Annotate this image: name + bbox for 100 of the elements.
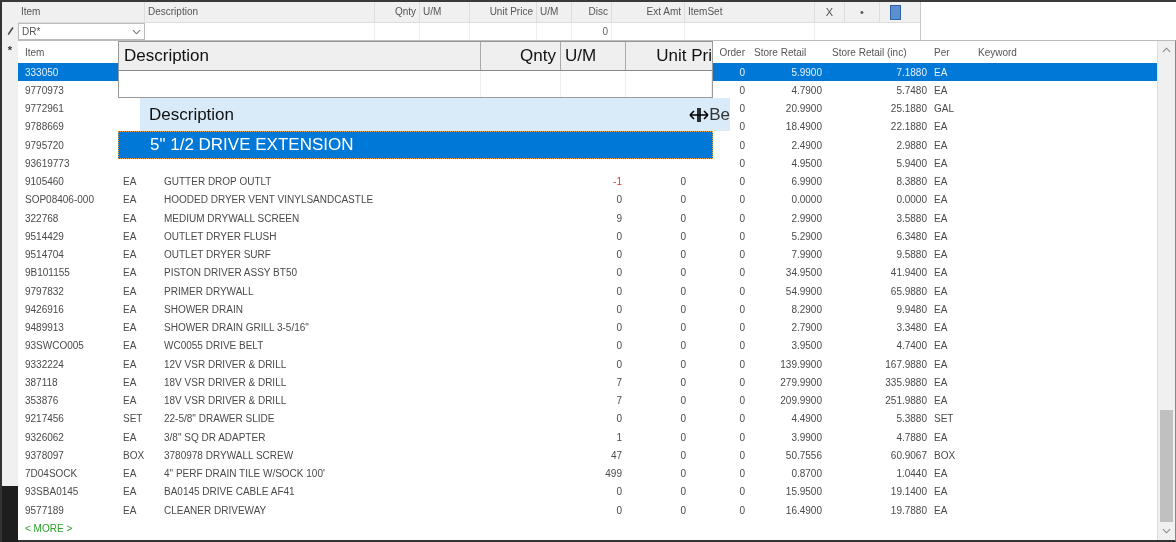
table-cell: 65.9880: [890, 285, 927, 297]
table-cell[interactable]: 9514429: [25, 230, 64, 242]
table-cell: EA: [934, 431, 948, 443]
table-cell: 0: [616, 340, 622, 352]
table-cell[interactable]: SOP08406-000: [25, 194, 94, 206]
table-cell: 7: [616, 376, 622, 388]
table-cell: EA: [934, 84, 948, 96]
table-cell: 0: [680, 322, 686, 334]
table-cell: EA: [934, 230, 948, 242]
table-cell[interactable]: 9489913: [25, 322, 64, 334]
table-cell[interactable]: 9514704: [25, 249, 64, 261]
table-cell[interactable]: 9797832: [25, 285, 64, 297]
column-header: Unit Pri: [655, 45, 712, 67]
pencil-icon: [6, 26, 14, 36]
table-cell[interactable]: 9217456: [25, 413, 64, 425]
table-cell[interactable]: 9772961: [25, 103, 64, 115]
header-button[interactable]: X: [815, 2, 845, 22]
column-header[interactable]: U/M: [537, 2, 572, 22]
scrollbar[interactable]: [1157, 41, 1175, 540]
caret-icon[interactable]: [132, 28, 141, 35]
table-cell: 5.9900: [791, 66, 822, 78]
table-cell[interactable]: 9426916: [25, 303, 64, 315]
column-chooser-icon[interactable]: [889, 4, 901, 20]
table-cell: 8.3880: [896, 176, 927, 188]
table-cell: 0: [680, 449, 686, 461]
table-cell[interactable]: 9788669: [25, 121, 64, 133]
table-cell: 5.9400: [896, 157, 927, 169]
table-cell[interactable]: 353876: [25, 395, 59, 407]
column-header[interactable]: Keyword: [978, 46, 1017, 58]
table-cell[interactable]: 93SWCO005: [25, 340, 84, 352]
table-cell: SHOWER DRAIN GRILL 3-5/16": [164, 322, 309, 334]
table-cell: 7.9900: [791, 249, 822, 261]
table-cell[interactable]: 9105460: [25, 176, 64, 188]
table-cell: 0: [616, 285, 622, 297]
table-cell: 0: [616, 249, 622, 261]
table-cell[interactable]: 9770973: [25, 84, 64, 96]
table-cell: 60.9067: [890, 449, 927, 461]
table-cell[interactable]: 387118: [25, 376, 58, 388]
table-cell: BOX: [123, 449, 145, 461]
table-cell: 0: [680, 376, 686, 388]
column-header[interactable]: U/M: [420, 2, 470, 22]
table-cell: EA: [123, 376, 137, 388]
table-cell[interactable]: 322768: [25, 212, 59, 224]
column-header[interactable]: ItemSet: [685, 2, 815, 22]
table-cell: 18V VSR DRIVER & DRILL: [164, 376, 287, 388]
item-filter-field[interactable]: DR*: [18, 23, 145, 40]
table-cell: 16.4900: [785, 504, 822, 516]
table-cell[interactable]: 9577189: [25, 504, 64, 516]
scroll-up-icon[interactable]: [1162, 47, 1171, 53]
dark-panel: [2, 486, 18, 542]
table-cell: 3.9500: [791, 340, 822, 352]
table-cell: 2.9900: [791, 212, 822, 224]
column-header[interactable]: Order: [719, 46, 745, 58]
column-header[interactable]: Store Retail (inc): [832, 46, 907, 58]
table-cell: 15.9500: [785, 486, 822, 498]
disc-value: 0: [602, 26, 608, 37]
column-header[interactable]: Per: [934, 46, 950, 58]
column-header[interactable]: Item: [18, 2, 145, 22]
table-cell[interactable]: 93SBA0145: [25, 486, 79, 498]
scroll-down-icon[interactable]: [1162, 528, 1171, 534]
column-header[interactable]: Item: [25, 46, 45, 58]
table-cell: 0: [680, 303, 686, 315]
table-cell[interactable]: 9326062: [25, 431, 64, 443]
table-cell[interactable]: 9378097: [25, 449, 64, 461]
table-cell: 0: [680, 395, 686, 407]
table-cell: -1: [613, 176, 622, 188]
table-cell[interactable]: 9795720: [25, 139, 64, 151]
table-cell: 0: [739, 413, 745, 425]
table-cell: EA: [934, 176, 948, 188]
table-cell: EA: [123, 468, 137, 480]
table-cell: EA: [934, 66, 948, 78]
table-cell: EA: [934, 121, 948, 133]
column-header[interactable]: Description: [145, 2, 375, 22]
table-cell: EA: [123, 285, 137, 297]
column-header[interactable]: Store Retail: [754, 46, 807, 58]
column-header[interactable]: Qnty: [375, 2, 420, 22]
column-header[interactable]: Ext Amt: [612, 2, 685, 22]
column-header[interactable]: Unit Price: [470, 2, 537, 22]
table-cell: 0: [739, 486, 745, 498]
table-cell: SHOWER DRAIN: [164, 303, 243, 315]
table-cell[interactable]: 9B101155: [25, 267, 70, 279]
table-cell[interactable]: 9332224: [25, 358, 64, 370]
table-cell[interactable]: 93619773: [25, 157, 70, 169]
table-cell: 0: [739, 285, 745, 297]
dragged-column-header: Description Be: [140, 98, 730, 131]
table-cell: GAL: [934, 103, 954, 115]
table-cell: 499: [605, 468, 622, 480]
table-cell: 7: [616, 395, 622, 407]
scroll-thumb[interactable]: [1160, 410, 1173, 522]
table-cell: EA: [123, 322, 137, 334]
header-button[interactable]: •: [845, 2, 880, 22]
table-cell: 4.9500: [791, 157, 822, 169]
table-cell: 0: [616, 303, 622, 315]
table-cell: 8.2900: [791, 303, 822, 315]
table-cell: EA: [123, 395, 137, 407]
table-cell: 0: [680, 249, 686, 261]
column-header[interactable]: Disc: [572, 2, 612, 22]
table-cell[interactable]: 7D04SOCK: [25, 468, 78, 480]
more-link[interactable]: < MORE >: [25, 522, 73, 534]
table-cell: 0: [739, 194, 745, 206]
